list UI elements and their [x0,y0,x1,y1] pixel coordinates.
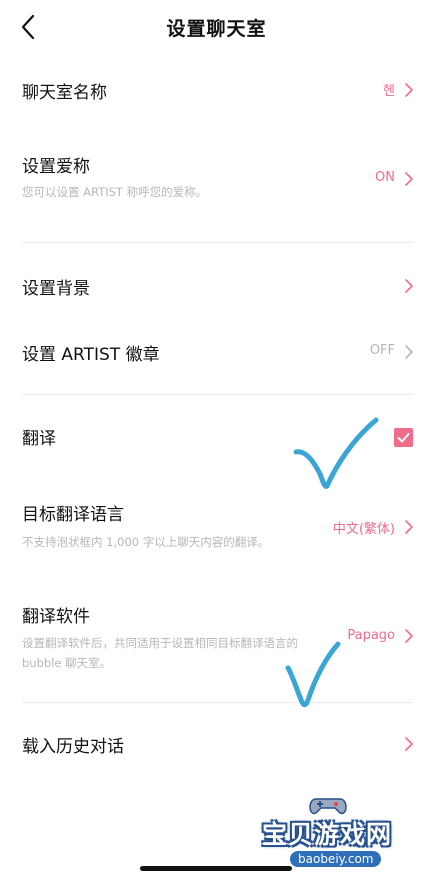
artist-badge-label: 设置 ARTIST 徽章 [22,345,160,365]
background-label: 设置背景 [22,279,90,299]
home-indicator [140,866,292,871]
row-load-history[interactable]: 载入历史对话 [22,726,413,762]
chevron-right-icon [405,279,413,293]
divider [22,242,413,243]
load-history-label: 载入历史对话 [22,737,124,757]
divider [22,702,413,703]
chevron-right-icon [405,172,413,186]
chevron-right-icon [405,737,413,751]
chevron-right-icon [405,345,413,359]
row-artist-badge[interactable]: 设置 ARTIST 徽章 OFF [22,334,413,370]
nickname-description: 您可以设置 ARTIST 称呼您的爱称。 [22,185,208,199]
target-language-description: 不支持泡状框内 1,000 字以上聊天内容的翻译。 [22,535,270,549]
chevron-right-icon [405,520,413,534]
row-background[interactable]: 设置背景 [22,268,413,304]
target-language-label: 目标翻译语言 [22,505,124,525]
chevron-right-icon [405,83,413,97]
nickname-label: 设置爱称 [22,157,90,177]
row-translate-software[interactable]: 翻译软件 设置翻译软件后，共同适用于设置相同目标翻译语言的 bubble 聊天室… [22,596,413,676]
row-translate[interactable]: 翻译 [22,418,413,454]
translate-software-label: 翻译软件 [22,607,90,627]
chevron-right-icon [405,629,413,643]
page-title: 设置聊天室 [166,18,267,40]
row-target-language[interactable]: 目标翻译语言 不支持泡状框内 1,000 字以上聊天内容的翻译。 中文(繁体) [22,494,413,558]
target-language-value: 中文(繁体) [332,522,395,537]
row-nickname[interactable]: 设置爱称 您可以设置 ARTIST 称呼您的爱称。 ON [22,146,413,210]
nickname-value: ON [375,170,395,185]
chatroom-name-label: 聊天室名称 [22,83,107,103]
watermark-url: baobeiy.com [290,851,382,867]
translate-software-description-line2: bubble 聊天室。 [22,656,112,670]
artist-badge-value: OFF [369,343,395,358]
row-chatroom-name[interactable]: 聊天室名称 헨 [22,72,413,108]
chatroom-name-value: 헨 [383,84,395,99]
translate-checkbox[interactable] [394,428,413,447]
header: 设置聊天室 [0,0,433,52]
translate-software-value: Papago [347,628,395,643]
translate-software-description-line1: 设置翻译软件后，共同适用于设置相同目标翻译语言的 [22,636,298,650]
divider [22,394,413,395]
watermark-text: 宝贝游戏网 [262,820,393,849]
translate-label: 翻译 [22,429,56,449]
gamepad-icon [309,798,347,815]
checkmark-icon [397,433,410,443]
watermark: 宝贝游戏网 baobeiy.com [250,793,410,875]
